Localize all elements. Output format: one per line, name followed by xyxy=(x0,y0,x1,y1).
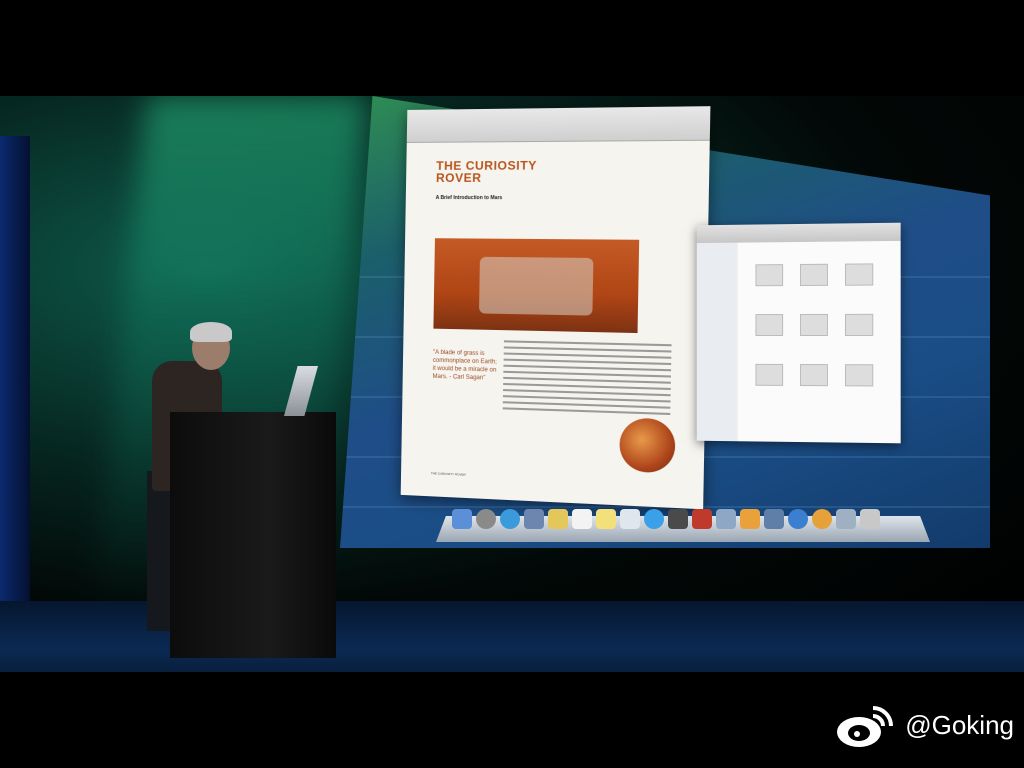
finder-window xyxy=(697,223,901,444)
document-body-text xyxy=(503,340,672,419)
file-thumbnail xyxy=(845,364,873,386)
itunes-icon xyxy=(764,509,784,529)
rover-shape xyxy=(479,257,593,316)
preferences-icon xyxy=(836,509,856,529)
file-thumbnail xyxy=(845,263,873,285)
mars-planet-image xyxy=(619,417,675,473)
watermark: @Goking xyxy=(833,700,1014,750)
file-thumbnail xyxy=(800,264,828,286)
messages-icon xyxy=(644,509,664,529)
presenter-hair xyxy=(190,322,232,342)
file-thumbnail xyxy=(755,264,783,286)
launchpad-icon xyxy=(476,509,496,529)
reminders-icon xyxy=(620,509,640,529)
notes-icon xyxy=(548,509,568,529)
trash-icon xyxy=(860,509,880,529)
file-thumbnail xyxy=(755,314,783,336)
finder-toolbar xyxy=(697,223,901,243)
iphoto-icon xyxy=(716,509,736,529)
watermark-handle: @Goking xyxy=(905,710,1014,741)
safari-icon xyxy=(500,509,520,529)
file-thumbnail xyxy=(800,364,828,386)
document-subtitle: A Brief Introduction to Mars xyxy=(436,195,503,201)
finder-icon xyxy=(452,509,472,529)
photobooth-icon xyxy=(692,509,712,529)
file-thumbnail xyxy=(845,314,873,336)
document-title: THE CURIOSITY ROVER xyxy=(436,159,559,184)
stickies-icon xyxy=(596,509,616,529)
ibooks-icon xyxy=(812,509,832,529)
file-thumbnail xyxy=(800,314,828,336)
weibo-icon xyxy=(833,700,895,750)
stage-scene: THE CURIOSITY ROVER A Brief Introduction… xyxy=(0,96,1024,672)
letterbox-top xyxy=(0,0,1024,96)
finder-sidebar xyxy=(697,243,738,442)
document-window: THE CURIOSITY ROVER A Brief Introduction… xyxy=(401,106,711,509)
facetime-icon xyxy=(668,509,688,529)
calendar-icon xyxy=(572,509,592,529)
document-quote: "A blade of grass is commonplace on Eart… xyxy=(432,349,498,383)
document-footer: THE CURIOSITY ROVER xyxy=(431,471,466,477)
dock xyxy=(452,509,922,529)
podium xyxy=(170,412,336,658)
document-toolbar xyxy=(407,106,711,143)
app-store-icon xyxy=(788,509,808,529)
rover-photo xyxy=(433,238,639,333)
mail-icon xyxy=(524,509,544,529)
file-thumbnail xyxy=(755,364,783,386)
stage-left-wall xyxy=(0,136,30,636)
pages-icon xyxy=(740,509,760,529)
